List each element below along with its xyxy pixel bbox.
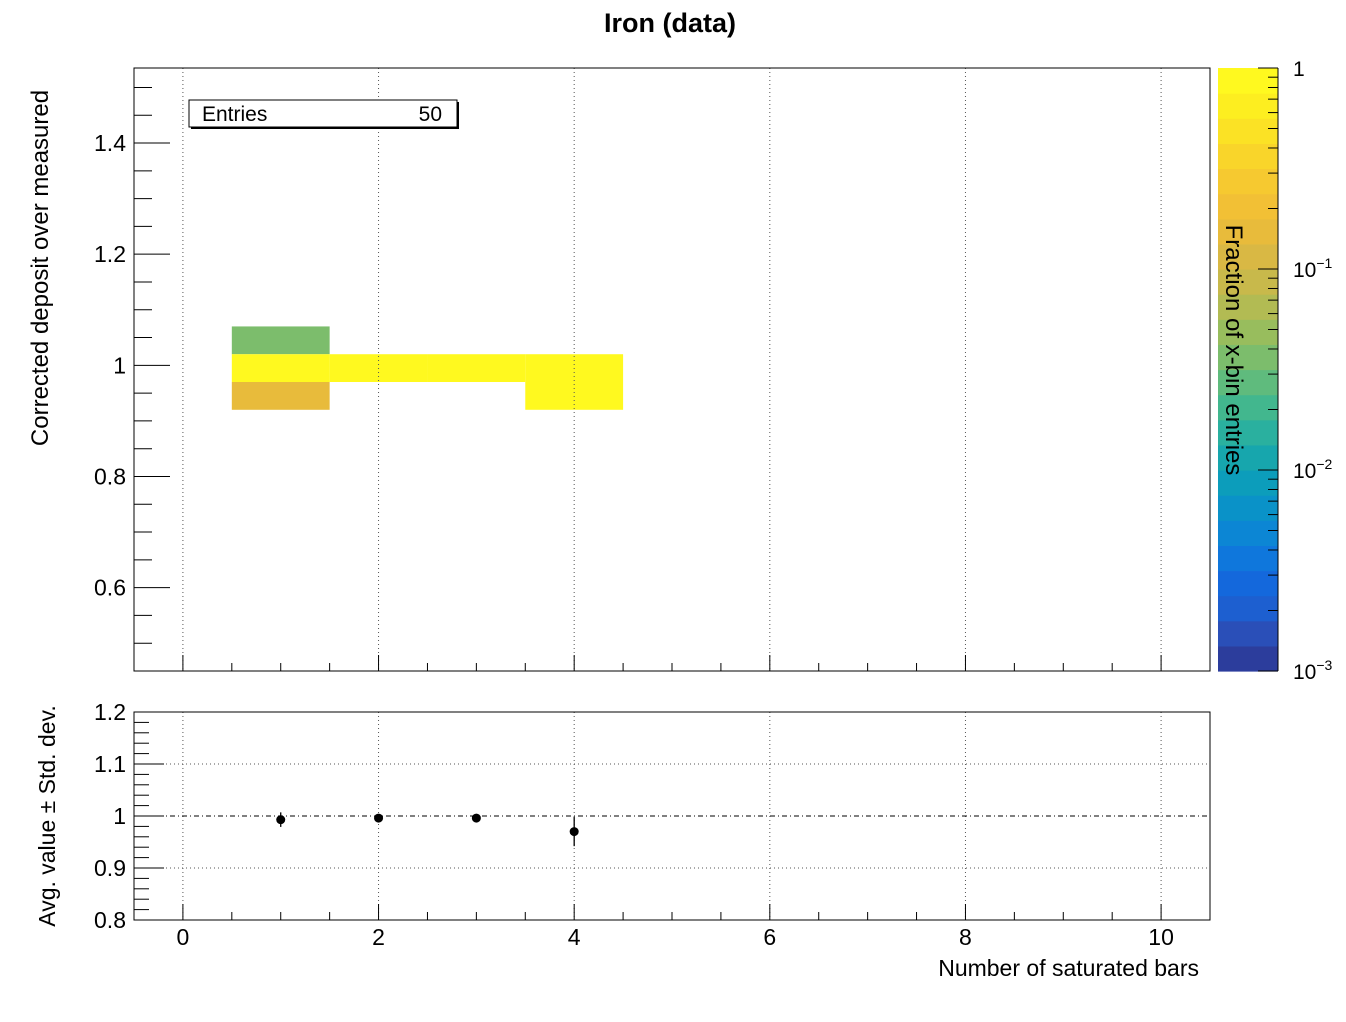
heatmap-y-tick-label: 0.8 [94, 463, 126, 489]
data-point [276, 815, 286, 825]
stats-entries-value: 50 [419, 103, 442, 126]
stats-box: Entries 50 [188, 99, 459, 129]
heatmap-tick-labels: 0.6 0.8 1 1.2 1.4 [94, 130, 126, 601]
x-tick-label: 6 [763, 924, 776, 950]
heatmap-cell [231, 354, 330, 383]
colorbar-swatch [1218, 168, 1278, 195]
heatmap-cells [231, 326, 624, 410]
colorbar-swatch [1218, 620, 1278, 647]
x-axis-label: Number of saturated bars [938, 955, 1199, 981]
average-ticks [134, 711, 1162, 921]
heatmap-y-tick-label: 1 [113, 352, 126, 378]
heatmap-cell [231, 326, 330, 355]
colorbar: 1 10−1 10−2 10−3 Fraction of x-bin entries [1218, 58, 1333, 684]
average-grid [134, 712, 1210, 920]
colorbar-tick-label: 10−3 [1293, 657, 1333, 684]
average-y-tick-label: 1.1 [94, 751, 126, 777]
colorbar-swatch [1218, 520, 1278, 546]
colorbar-swatch [1218, 645, 1278, 672]
chart-canvas: Iron (data) 0.6 0.8 1 1.2 1.4 Entries 50 Cor… [27, 8, 1333, 981]
heatmap-panel: 0.6 0.8 1 1.2 1.4 Entries 50 Corrected depos… [27, 67, 1211, 672]
stats-box-shadow-bottom [191, 127, 459, 129]
colorbar-tick-label: 10−1 [1293, 255, 1333, 282]
colorbar-swatch [1218, 595, 1278, 622]
stats-box-shadow [457, 102, 459, 129]
heatmap-cell [427, 354, 526, 383]
data-point [569, 827, 579, 837]
colorbar-swatch [1218, 545, 1278, 572]
heatmap-y-tick-label: 0.6 [94, 575, 126, 601]
heatmap-cell [231, 382, 330, 410]
stats-entries-label: Entries [202, 103, 267, 126]
colorbar-tick-label: 1 [1293, 58, 1305, 81]
colorbar-label: Fraction of x-bin entries [1220, 225, 1247, 476]
colorbar-swatch [1218, 68, 1278, 94]
colorbar-swatch [1218, 118, 1278, 144]
average-y-tick-label: 1 [113, 803, 126, 829]
x-tick-label: 4 [568, 924, 581, 950]
average-points [276, 812, 579, 847]
heatmap-cell [525, 354, 624, 410]
colorbar-swatch [1218, 143, 1278, 170]
heatmap-y-tick-label: 1.4 [94, 130, 126, 156]
x-tick-label: 0 [177, 924, 190, 950]
data-point [471, 813, 481, 823]
average-tick-labels: 0.8 0.9 1 1.1 1.2 0 2 4 6 8 10 [94, 699, 1174, 950]
colorbar-swatch [1218, 570, 1278, 597]
heatmap-y-tick-label: 1.2 [94, 241, 126, 267]
colorbar-swatch [1218, 193, 1278, 220]
heatmap-y-axis-label: Corrected deposit over measured [27, 90, 54, 446]
x-tick-label: 10 [1148, 924, 1174, 950]
average-y-tick-label: 0.8 [94, 907, 126, 933]
average-y-axis-label: Avg. value ± Std. dev. [34, 705, 60, 926]
average-panel: 0.8 0.9 1 1.1 1.2 0 2 4 6 8 10 Avg. value ± Std. d… [34, 699, 1211, 981]
colorbar-swatch [1218, 495, 1278, 521]
x-tick-label: 8 [959, 924, 972, 950]
chart-title: Iron (data) [604, 8, 736, 38]
data-point [374, 813, 384, 823]
x-tick-label: 2 [372, 924, 385, 950]
average-y-tick-label: 1.2 [94, 699, 126, 725]
colorbar-tick-label: 10−2 [1293, 456, 1333, 483]
colorbar-swatch [1218, 93, 1278, 119]
colorbar-tick-labels: 1 10−1 10−2 10−3 [1293, 58, 1333, 684]
average-y-tick-label: 0.9 [94, 855, 126, 881]
